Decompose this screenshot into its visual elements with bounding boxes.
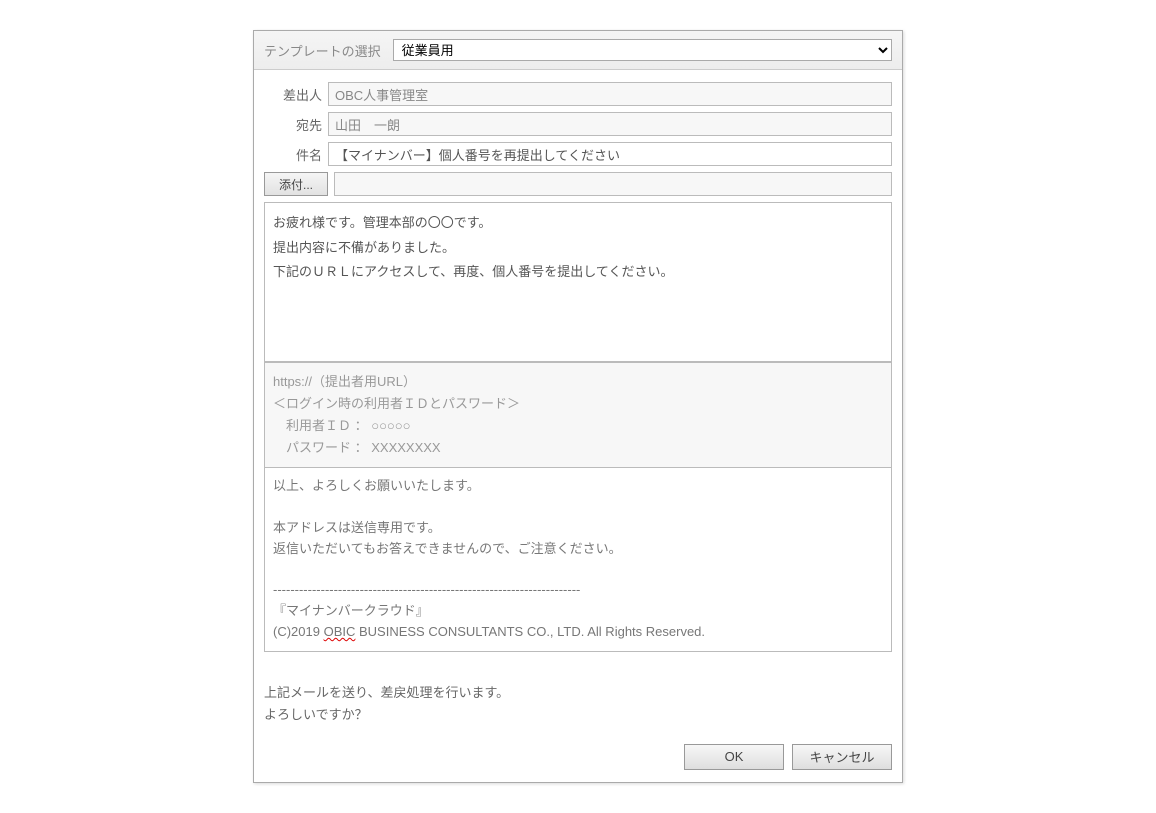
cancel-button[interactable]: キャンセル: [792, 744, 892, 770]
recipient-input: [328, 112, 892, 136]
template-header: テンプレートの選択 従業員用: [254, 31, 902, 70]
subject-row: 件名: [264, 142, 892, 166]
sender-input: [328, 82, 892, 106]
dialog-content: 差出人 宛先 件名 添付... お疲れ様です。管理本部の〇〇です。 提出内容に不…: [254, 70, 902, 662]
footer-copyright: (C)2019 OBIC BUSINESS CONSULTANTS CO., L…: [273, 624, 705, 639]
attach-display: [334, 172, 892, 196]
sender-row: 差出人: [264, 82, 892, 106]
body-footer-area: 以上、よろしくお願いいたします。 本アドレスは送信専用です。 返信いただいてもお…: [264, 468, 892, 651]
dialog-buttons: OK キャンセル: [254, 740, 902, 782]
recipient-row: 宛先: [264, 112, 892, 136]
body-editable-area[interactable]: お疲れ様です。管理本部の〇〇です。 提出内容に不備がありました。 下記のＵＲＬに…: [264, 202, 892, 362]
footer-line: 返信いただいてもお答えできませんので、ご注意ください。: [273, 541, 622, 556]
footer-line: 以上、よろしくお願いいたします。: [273, 478, 480, 493]
footer-divider: ----------------------------------------…: [273, 582, 580, 597]
ok-button[interactable]: OK: [684, 744, 784, 770]
subject-input[interactable]: [328, 142, 892, 166]
body-readonly-area: https://（提出者用URL） ＜ログイン時の利用者ＩＤとパスワード＞ 利用…: [264, 362, 892, 468]
sender-label: 差出人: [264, 85, 328, 104]
footer-line: 本アドレスは送信専用です。: [273, 520, 441, 535]
template-select[interactable]: 従業員用: [393, 39, 892, 61]
confirm-line: よろしいですか？: [264, 704, 892, 726]
footer-line: 『マイナンバークラウド』: [273, 603, 429, 618]
confirm-line: 上記メールを送り、差戻処理を行います。: [264, 682, 892, 704]
subject-label: 件名: [264, 145, 328, 164]
template-label: テンプレートの選択: [264, 41, 381, 60]
recipient-label: 宛先: [264, 115, 328, 134]
attach-button[interactable]: 添付...: [264, 172, 328, 196]
attach-row: 添付...: [264, 172, 892, 196]
confirm-message: 上記メールを送り、差戻処理を行います。 よろしいですか？: [254, 662, 902, 740]
email-confirm-dialog: テンプレートの選択 従業員用 差出人 宛先 件名 添付... お疲れ様です。管理…: [253, 30, 903, 783]
spellcheck-mark: OBIC: [324, 624, 356, 639]
